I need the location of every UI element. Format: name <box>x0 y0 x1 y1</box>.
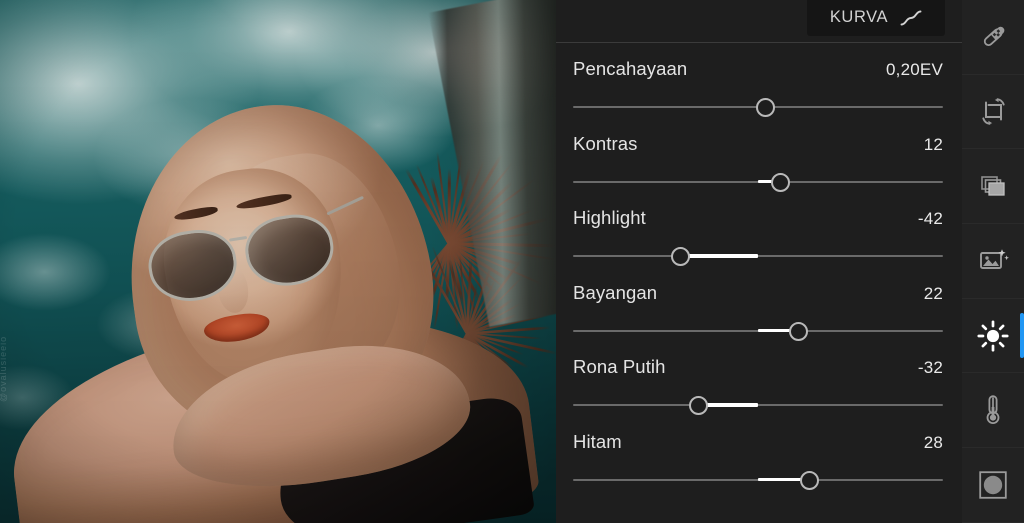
slider-value: 28 <box>924 433 943 453</box>
panel-header: KURVA <box>556 0 962 42</box>
thermometer-icon <box>983 394 1003 426</box>
slider-track[interactable] <box>573 173 943 191</box>
slider-track[interactable] <box>573 471 943 489</box>
slider-track[interactable] <box>573 322 943 340</box>
crop-rotate-icon <box>978 96 1009 127</box>
slider-value: 22 <box>924 284 943 304</box>
slider-header: Hitam 28 <box>573 416 943 453</box>
slider-track-base <box>573 255 943 257</box>
auto-enhance-image-icon <box>978 247 1009 274</box>
slider-header: Kontras 12 <box>573 118 943 155</box>
tool-crop-rotate[interactable] <box>962 75 1024 150</box>
editor-window: @ovalusieeio KURVA Pencahayaan 0,20EV Kont… <box>0 0 1024 523</box>
healing-brush-icon <box>978 22 1008 52</box>
slider-row: Rona Putih -32 <box>556 341 962 416</box>
curve-button[interactable]: KURVA <box>807 0 945 36</box>
slider-value: 0,20EV <box>886 60 943 80</box>
tool-layers[interactable] <box>962 149 1024 224</box>
slider-label: Pencahayaan <box>573 58 687 80</box>
slider-row: Pencahayaan 0,20EV <box>556 43 962 118</box>
slider-row: Bayangan 22 <box>556 267 962 342</box>
photo-image: @ovalusieeio <box>0 0 556 523</box>
slider-handle[interactable] <box>771 173 790 192</box>
tool-healing-brush[interactable] <box>962 0 1024 75</box>
slider-label: Bayangan <box>573 282 657 304</box>
slider-track[interactable] <box>573 98 943 116</box>
slider-row: Hitam 28 <box>556 416 962 491</box>
slider-value: 12 <box>924 135 943 155</box>
slider-row: Kontras 12 <box>556 118 962 193</box>
slider-header: Pencahayaan 0,20EV <box>573 43 943 80</box>
slider-label: Kontras <box>573 133 637 155</box>
slider-list: Pencahayaan 0,20EV Kontras 12 Highlight -42 Ba… <box>556 43 962 490</box>
slider-track[interactable] <box>573 247 943 265</box>
slider-label: Rona Putih <box>573 356 666 378</box>
slider-label: Highlight <box>573 207 646 229</box>
slider-value: -32 <box>918 358 943 378</box>
slider-row: Highlight -42 <box>556 192 962 267</box>
light-adjustments-panel: KURVA Pencahayaan 0,20EV Kontras 12 Highligh… <box>556 0 962 523</box>
slider-value: -42 <box>918 209 943 229</box>
tool-vignette[interactable] <box>962 448 1024 523</box>
slider-label: Hitam <box>573 431 622 453</box>
curve-button-label: KURVA <box>830 8 888 27</box>
slider-track-base <box>573 404 943 406</box>
watermark: @ovalusieeio <box>0 336 8 402</box>
slider-header: Bayangan 22 <box>573 267 943 304</box>
tool-auto-enhance-image[interactable] <box>962 224 1024 299</box>
slider-header: Rona Putih -32 <box>573 341 943 378</box>
slider-handle[interactable] <box>671 247 690 266</box>
slider-track-fill <box>680 254 758 258</box>
slider-handle[interactable] <box>689 396 708 415</box>
color-grade-overlay <box>0 0 556 523</box>
sun-icon <box>977 320 1009 352</box>
tool-sidebar <box>962 0 1024 523</box>
vignette-icon <box>978 470 1008 500</box>
tool-sun[interactable] <box>962 299 1024 374</box>
slider-handle[interactable] <box>789 322 808 341</box>
layers-icon <box>978 172 1008 200</box>
active-indicator <box>1020 313 1024 359</box>
photo-preview[interactable]: @ovalusieeio <box>0 0 556 523</box>
slider-header: Highlight -42 <box>573 192 943 229</box>
slider-handle[interactable] <box>756 98 775 117</box>
curve-icon <box>900 10 922 27</box>
slider-track[interactable] <box>573 396 943 414</box>
tool-thermometer[interactable] <box>962 373 1024 448</box>
slider-handle[interactable] <box>800 471 819 490</box>
